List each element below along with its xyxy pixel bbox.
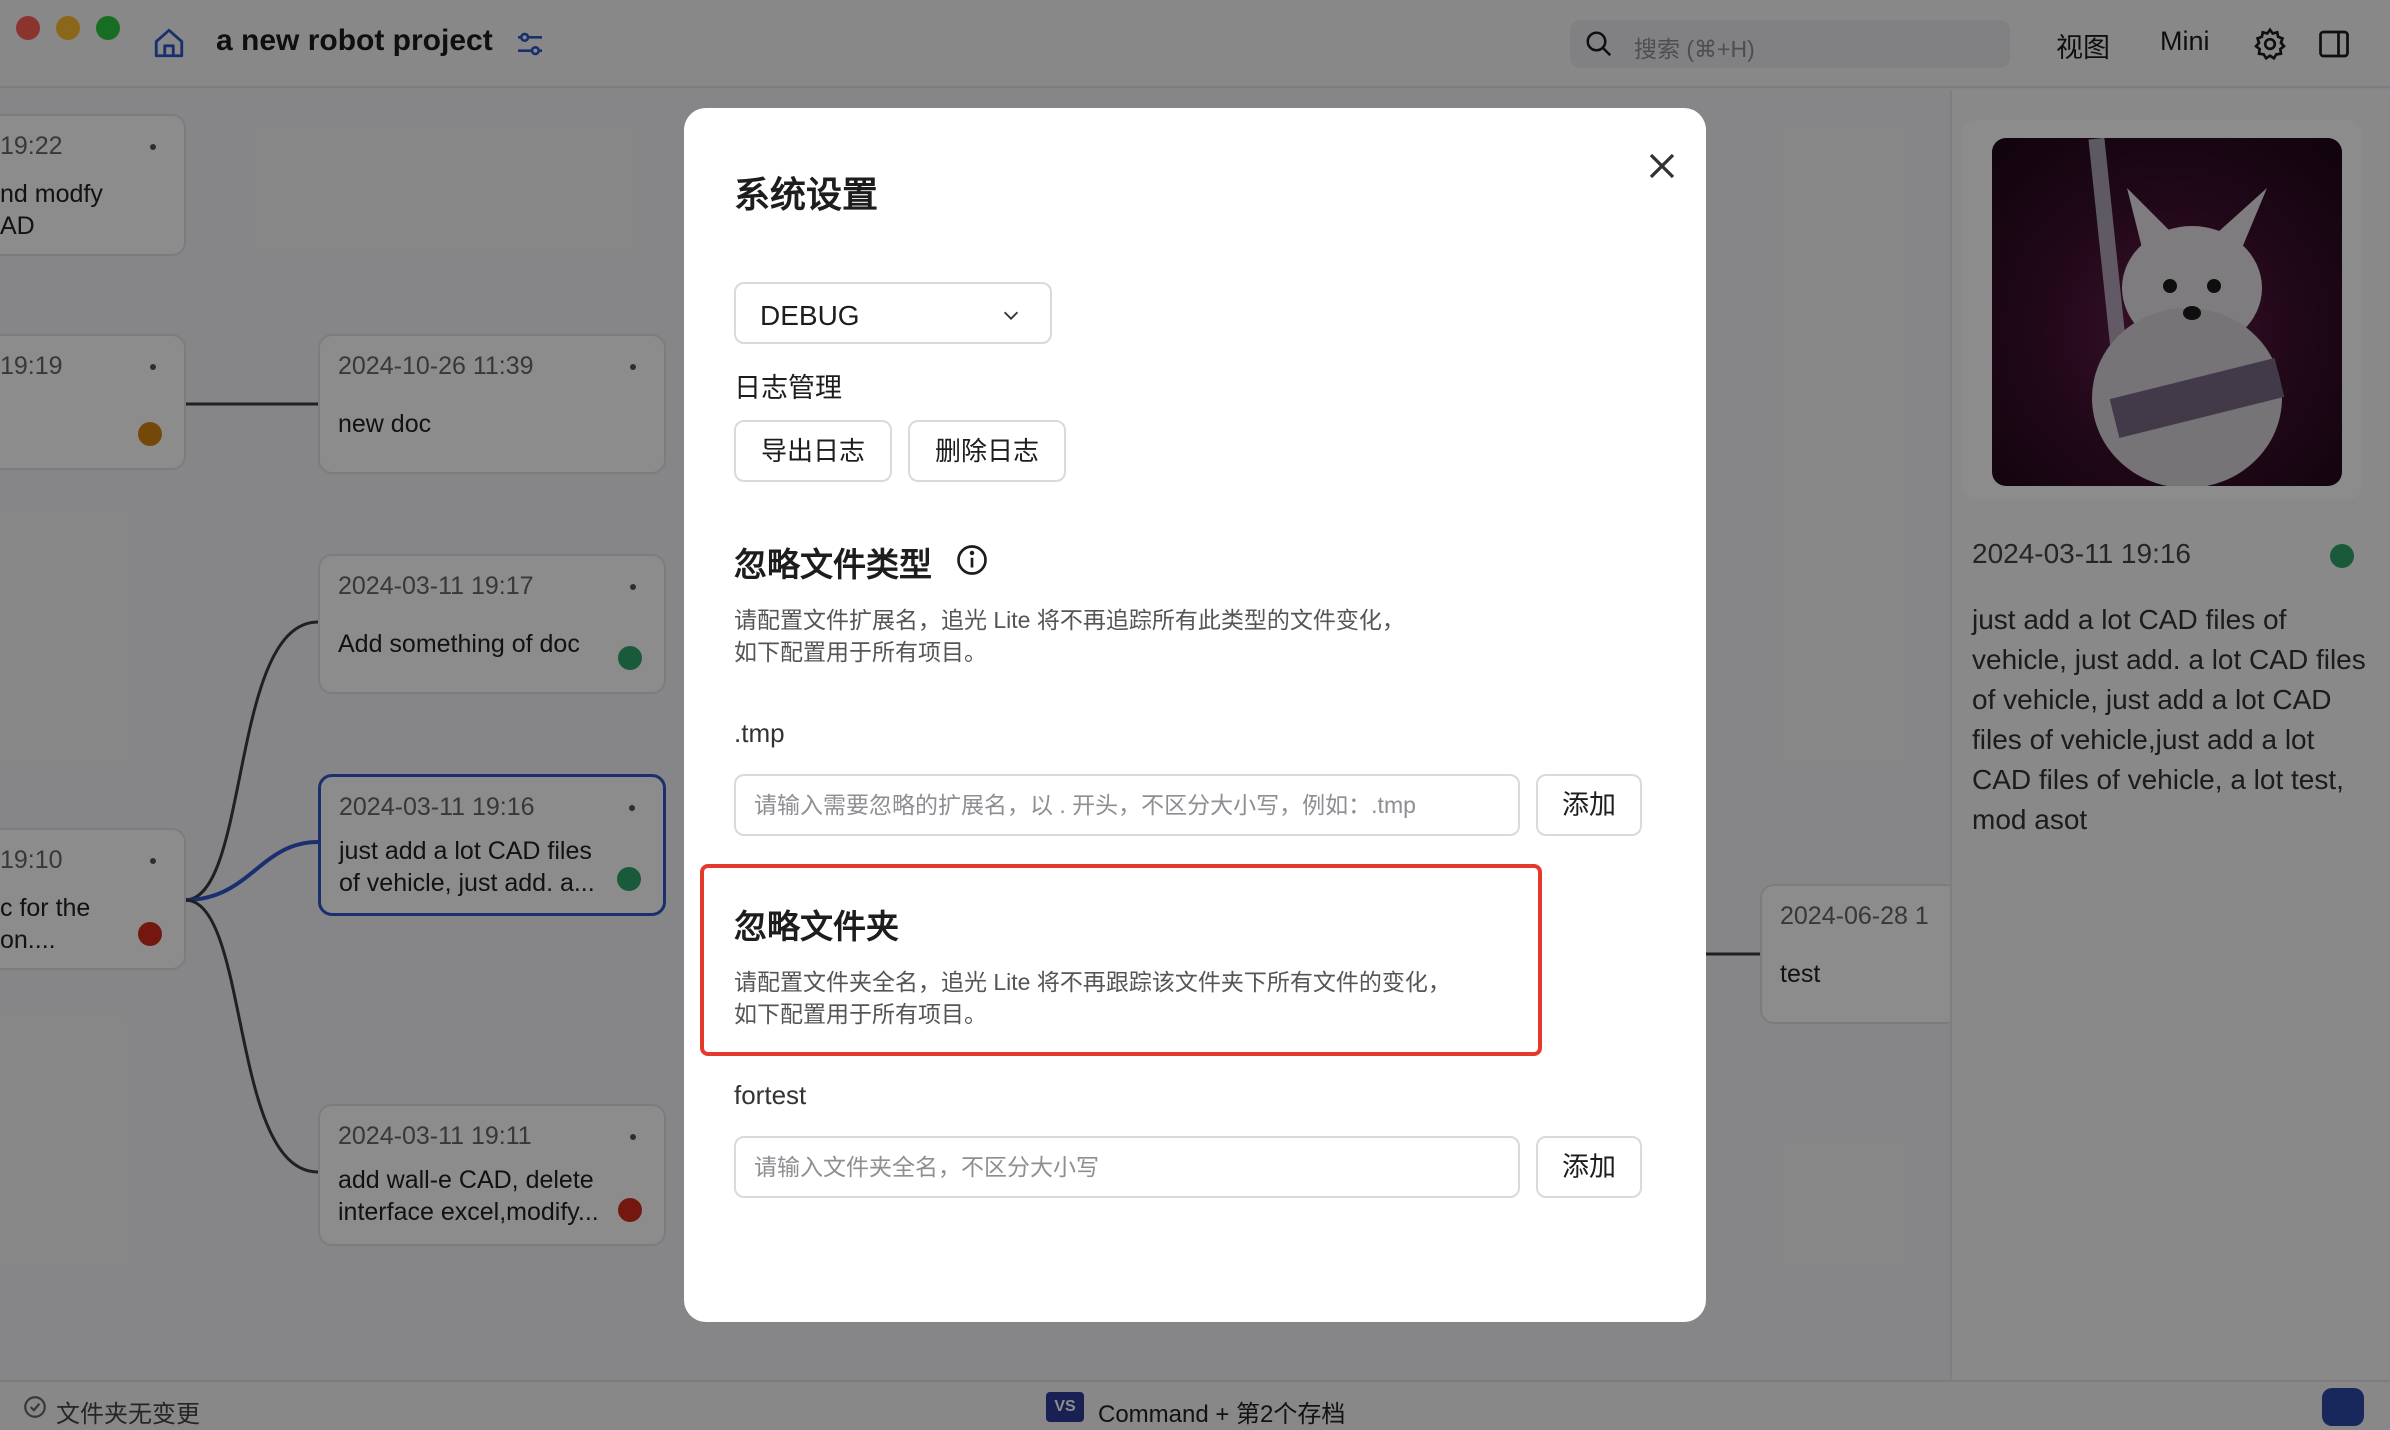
- log-level-select[interactable]: DEBUG: [734, 282, 1052, 344]
- ignored-folder-tag: fortest: [734, 1080, 807, 1110]
- ignore-folders-title: 忽略文件夹: [734, 908, 899, 945]
- ignore-types-title: 忽略文件类型: [734, 546, 932, 583]
- ignore-folders-desc-line1: 请配置文件夹全名，追光 Lite 将不再跟踪该文件夹下所有文件的变化，: [734, 969, 1451, 995]
- add-ignore-folder-button[interactable]: 添加: [1536, 1136, 1642, 1198]
- ignore-types-desc-line1: 请配置文件扩展名，追光 Lite 将不再追踪所有此类型的文件变化，: [734, 607, 1405, 633]
- add-ignore-type-button[interactable]: 添加: [1536, 774, 1642, 836]
- chevron-down-icon: [1003, 311, 1019, 320]
- delete-log-button[interactable]: 删除日志: [908, 420, 1066, 482]
- export-log-button[interactable]: 导出日志: [734, 420, 892, 482]
- log-level-value: DEBUG: [760, 300, 860, 331]
- ignore-folders-desc-line2: 如下配置用于所有项目。: [734, 1001, 987, 1027]
- settings-modal: 系统设置 DEBUG 日志管理 导出日志 删除日志 忽略文件类型 请配置文件扩展…: [684, 108, 1706, 1322]
- ignore-type-input[interactable]: [734, 774, 1520, 836]
- info-icon[interactable]: [954, 542, 990, 578]
- ignore-types-description: 请配置文件扩展名，追光 Lite 将不再追踪所有此类型的文件变化， 如下配置用于…: [734, 604, 1494, 668]
- ignore-folders-description: 请配置文件夹全名，追光 Lite 将不再跟踪该文件夹下所有文件的变化， 如下配置…: [734, 966, 1494, 1030]
- log-section-title: 日志管理: [734, 373, 842, 403]
- ignored-type-tag: .tmp: [734, 718, 785, 748]
- modal-title: 系统设置: [734, 174, 879, 215]
- ignore-types-desc-line2: 如下配置用于所有项目。: [734, 639, 987, 665]
- close-icon[interactable]: [1640, 144, 1684, 188]
- ignore-folder-input[interactable]: [734, 1136, 1520, 1198]
